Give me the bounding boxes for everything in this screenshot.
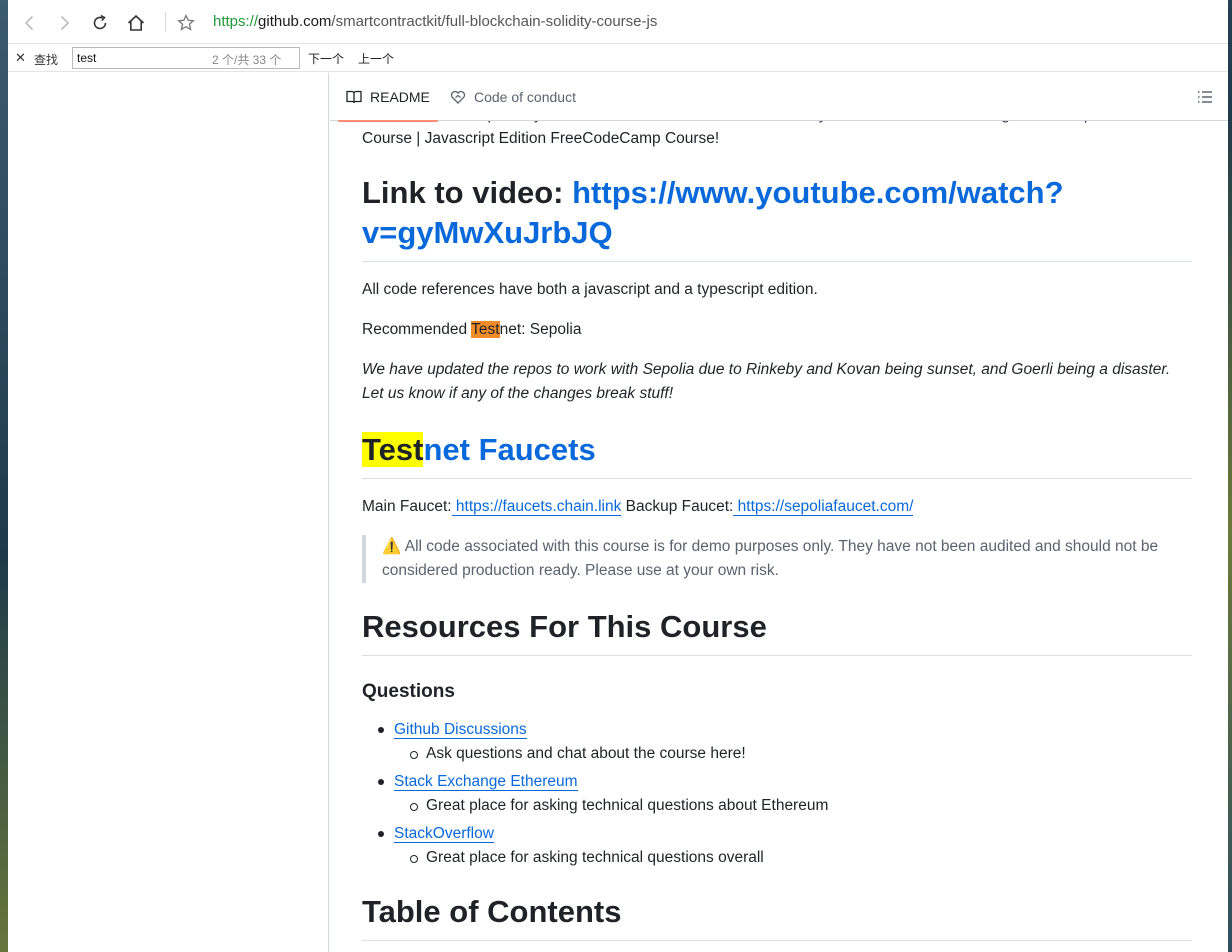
toc-heading: Table of Contents <box>362 892 1192 941</box>
recommended-suffix: net: Sepolia <box>499 321 582 338</box>
list-item: Github Discussions Ask questions and cha… <box>378 718 1192 766</box>
home-icon <box>127 14 145 31</box>
tab-conduct-label: Code of conduct <box>474 89 576 105</box>
video-heading: Link to video: https://www.youtube.com/w… <box>362 173 1192 262</box>
browser-toolbar: https://github.com/smartcontractkit/full… <box>8 0 1228 44</box>
list-item: Stack Exchange Ethereum Great place for … <box>378 770 1192 818</box>
url-host: github.com <box>258 13 332 30</box>
home-button[interactable] <box>124 11 148 35</box>
find-label: 查找 <box>34 53 59 67</box>
reload-icon <box>93 14 107 30</box>
url-path: /smartcontractkit/full-blockchain-solidi… <box>331 13 658 30</box>
recommended-testnet-paragraph: Recommended Testnet: Sepolia <box>362 318 1192 342</box>
find-close-button[interactable]: ✕ <box>15 50 26 66</box>
list-item-description: Great place for asking technical questio… <box>410 846 1192 870</box>
tab-readme-label: README <box>370 89 430 105</box>
search-match: Test <box>362 432 424 467</box>
list-item: StackOverflow Great place for asking tec… <box>378 822 1192 870</box>
questions-heading: Questions <box>362 681 455 702</box>
faucets-paragraph: Main Faucet: https://faucets.chain.link … <box>362 495 1192 519</box>
main-faucet-link[interactable]: https://faucets.chain.link <box>451 498 622 516</box>
tab-readme[interactable]: README <box>338 73 438 122</box>
recommended-prefix: Recommended <box>362 321 472 338</box>
main-faucet-label: Main Faucet: <box>362 498 452 515</box>
list-item-description: Ask questions and chat about the course … <box>410 742 1192 766</box>
find-next-button[interactable]: 下一个 <box>308 50 344 67</box>
warning-blockquote: ⚠️ All code associated with this course … <box>362 535 1192 583</box>
tab-code-of-conduct[interactable]: Code of conduct <box>450 73 576 121</box>
readme-tabs: README Code of conduct <box>330 73 1228 122</box>
bookmark-button[interactable] <box>174 11 198 35</box>
resources-list: Github Discussions Ask questions and cha… <box>378 718 1192 870</box>
readme-panel: README Code of conduct Welcome to the re… <box>330 73 1228 952</box>
code-references-paragraph: All code references have both a javascri… <box>362 281 818 298</box>
browser-window: https://github.com/smartcontractkit/full… <box>8 0 1228 952</box>
url-scheme: https:// <box>213 13 259 30</box>
stackoverflow-link[interactable]: StackOverflow <box>394 825 494 843</box>
resources-heading: Resources For This Course <box>362 607 1192 656</box>
faucets-heading-rest: net Faucets <box>423 432 596 467</box>
backup-faucet-label: Backup Faucet: <box>621 498 734 515</box>
star-icon <box>177 13 195 31</box>
backup-faucet-link[interactable]: https://sepoliafaucet.com/ <box>733 498 914 516</box>
video-heading-prefix: Link to video: <box>362 175 573 210</box>
update-note: We have updated the repos to work with S… <box>362 361 1171 402</box>
find-match-count: 2 个/共 33 个 <box>212 53 282 67</box>
readme-article: Welcome to the repository for the Ultima… <box>362 103 1192 952</box>
address-bar[interactable]: https://github.com/smartcontractkit/full… <box>213 13 657 30</box>
current-search-match: Test <box>471 321 500 338</box>
book-icon <box>346 90 362 104</box>
stack-exchange-link[interactable]: Stack Exchange Ethereum <box>394 773 578 791</box>
reload-button[interactable] <box>88 11 112 35</box>
testnet-faucets-heading[interactable]: Testnet Faucets <box>362 430 1192 479</box>
outline-list-icon[interactable] <box>1196 88 1214 106</box>
repo-sidebar <box>8 73 329 952</box>
code-of-conduct-icon <box>450 90 466 104</box>
toolbar-separator <box>165 12 166 32</box>
back-button[interactable] <box>18 11 42 35</box>
forward-button[interactable] <box>52 11 76 35</box>
find-bar: ✕ 查找 2 个/共 33 个 下一个 上一个 <box>8 44 1228 72</box>
forward-icon <box>60 15 70 31</box>
github-discussions-link[interactable]: Github Discussions <box>394 721 527 739</box>
list-item-description: Great place for asking technical questio… <box>410 794 1192 818</box>
back-icon <box>24 15 34 31</box>
find-prev-button[interactable]: 上一个 <box>358 50 394 67</box>
